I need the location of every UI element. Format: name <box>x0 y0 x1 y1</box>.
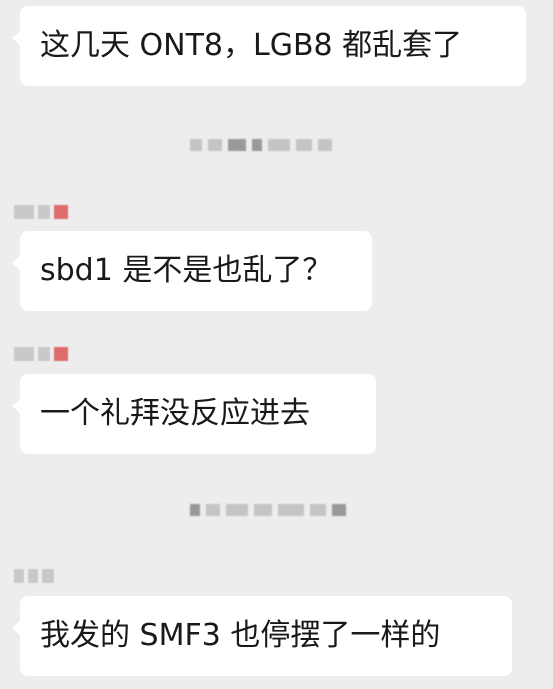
message-text: 一个礼拜没反应进去 <box>40 396 310 431</box>
sender-name-redacted <box>14 344 68 364</box>
sender-name-redacted <box>14 202 68 222</box>
message-bubble[interactable]: 我发的 SMF3 也停摆了一样的 <box>12 596 512 676</box>
message-bubble[interactable]: 这几天 ONT8，LGB8 都乱套了 <box>12 6 526 86</box>
message-bubble[interactable]: sbd1 是不是也乱了？ <box>12 231 372 311</box>
chat-thread: 这几天 ONT8，LGB8 都乱套了 sbd1 是不是也乱了？ 一个礼拜没反应进… <box>0 0 553 689</box>
message-text: sbd1 是不是也乱了？ <box>40 253 333 288</box>
timestamp-redacted <box>190 133 332 157</box>
timestamp-redacted <box>190 498 346 522</box>
message-bubble[interactable]: 一个礼拜没反应进去 <box>12 374 376 454</box>
message-text: 这几天 ONT8，LGB8 都乱套了 <box>40 28 463 63</box>
sender-name-redacted <box>14 566 54 586</box>
message-text: 我发的 SMF3 也停摆了一样的 <box>40 618 441 653</box>
